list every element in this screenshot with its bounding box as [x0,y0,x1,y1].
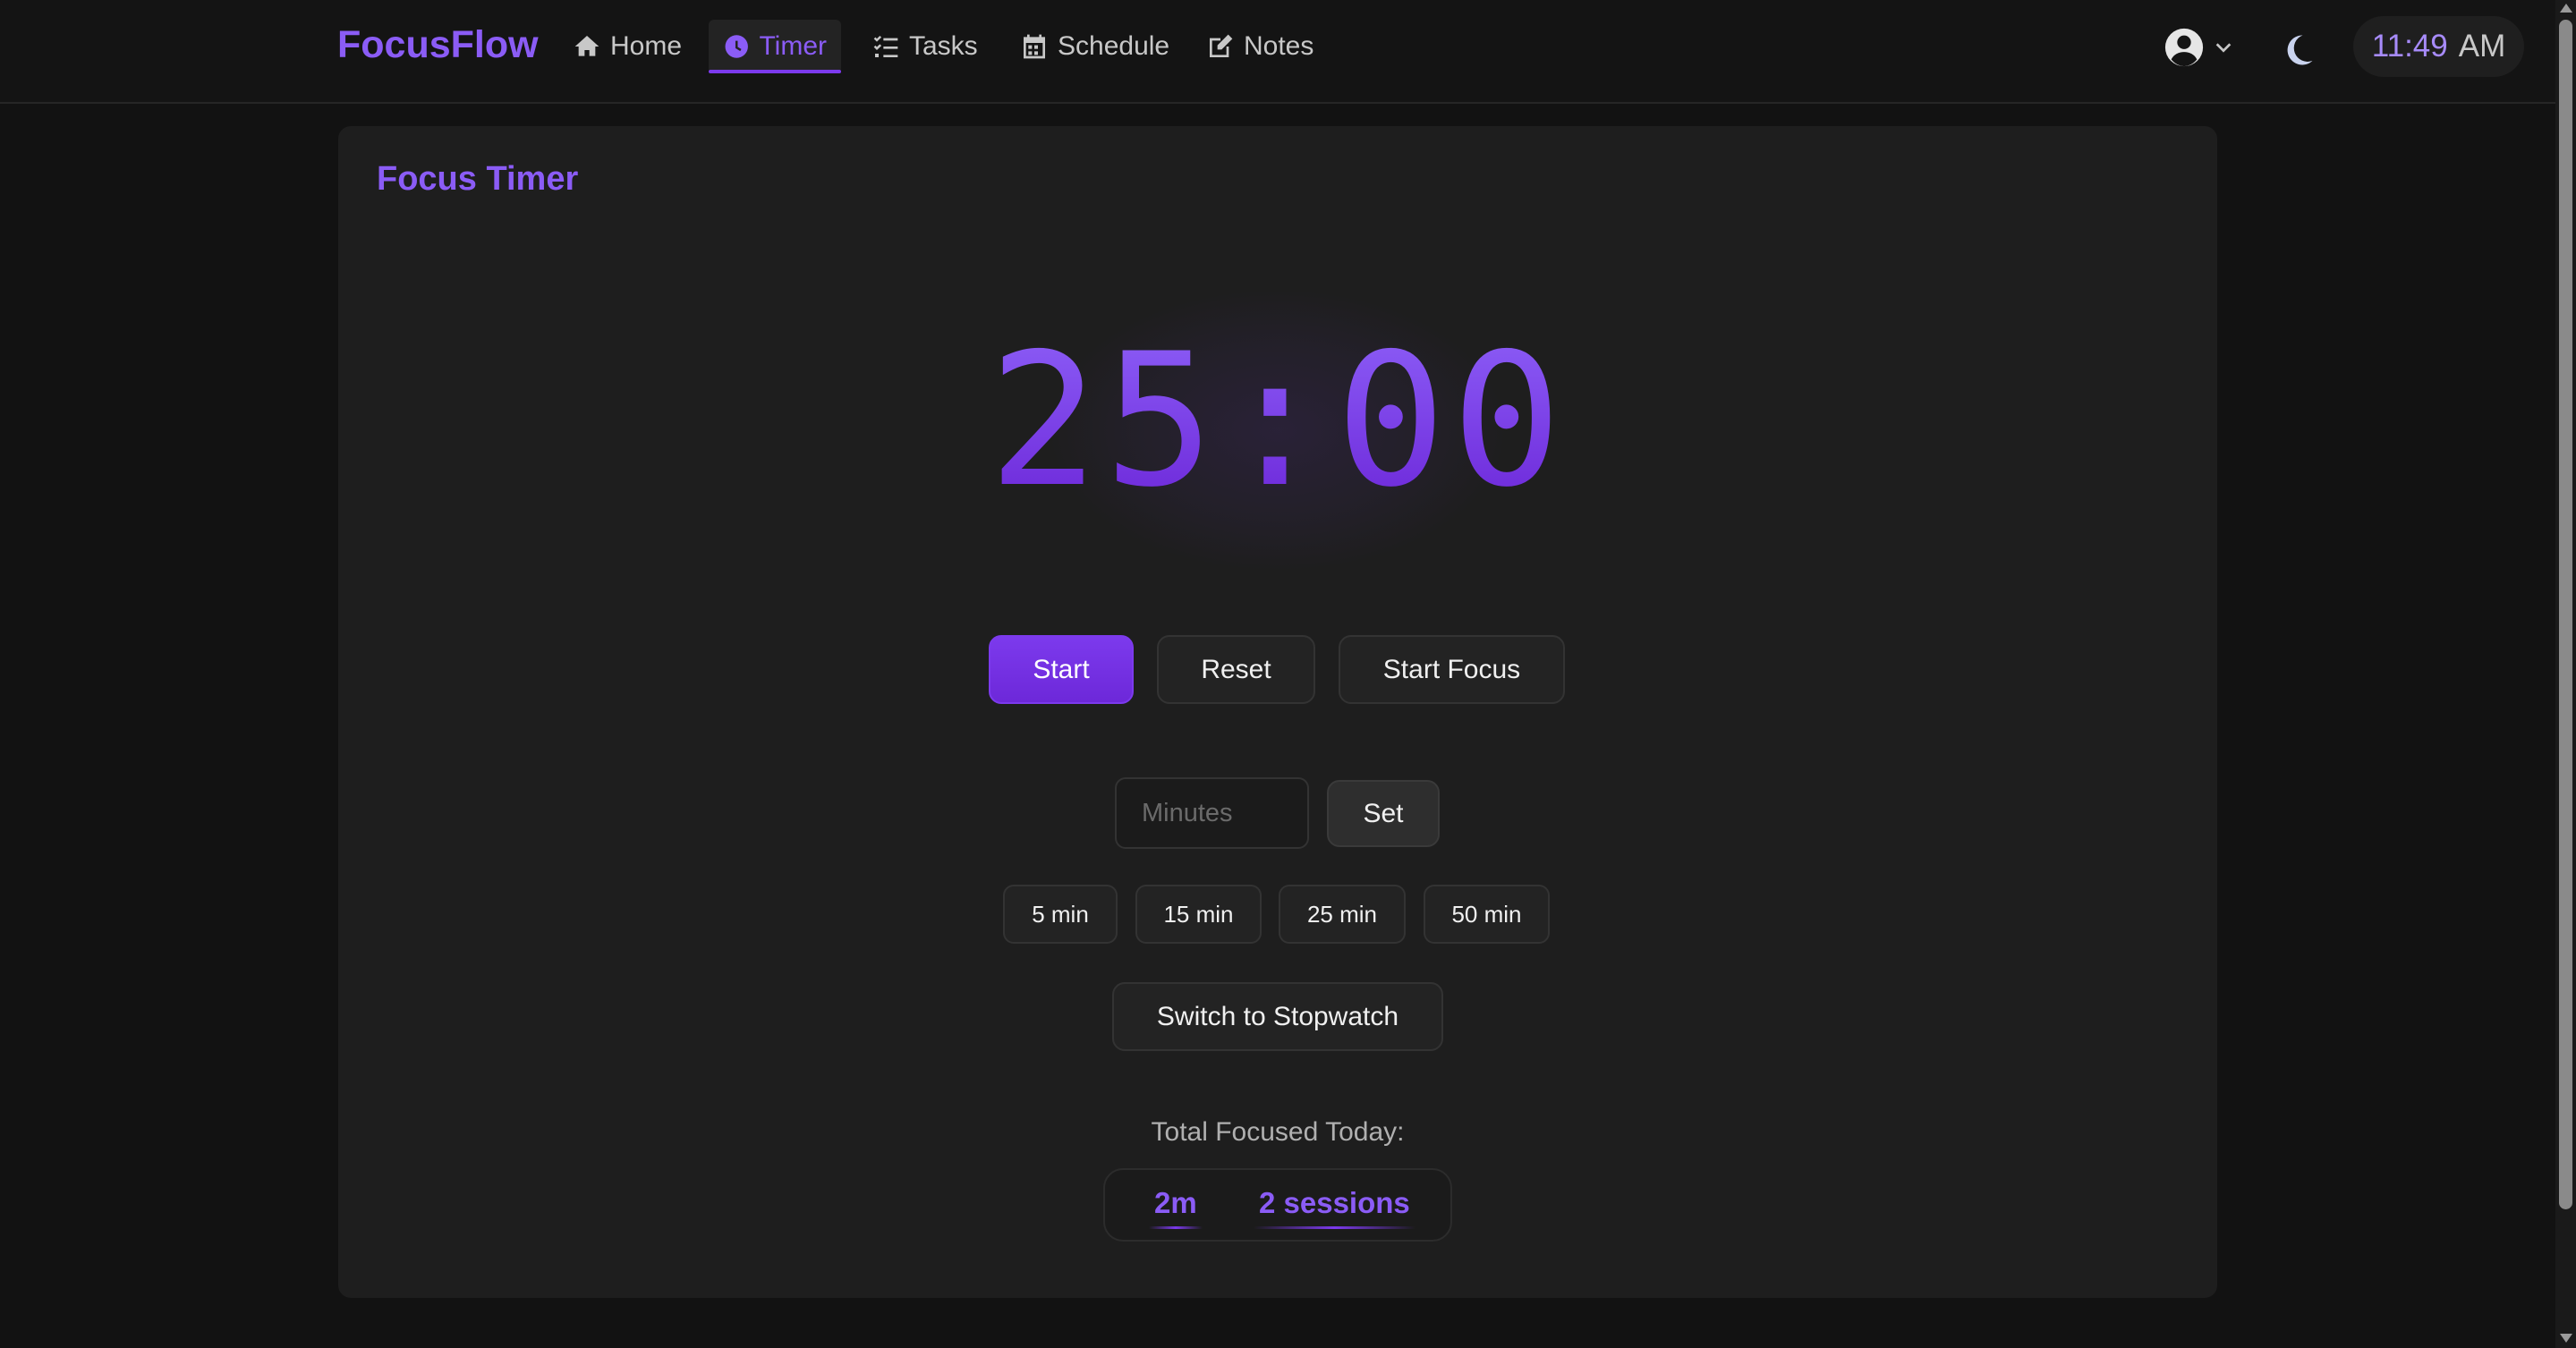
user-circle-icon [2164,28,2204,67]
scroll-thumb[interactable] [2559,20,2572,1209]
start-focus-button[interactable]: Start Focus [1339,635,1565,704]
nav-home-label: Home [610,31,683,61]
nav-timer-label: Timer [759,31,827,61]
clock-display: 11:49 AM [2353,16,2524,77]
moon-icon [2287,35,2313,65]
start-button[interactable]: Start [989,635,1134,704]
scroll-down-arrow[interactable] [2560,1334,2572,1343]
reset-button[interactable]: Reset [1157,635,1315,704]
edit-icon [1210,34,1233,57]
clock-ampm: AM [2458,29,2506,64]
nav-schedule[interactable]: Schedule [1006,20,1184,73]
preset-25-min[interactable]: 25 min [1279,885,1406,944]
nav-schedule-label: Schedule [1058,31,1170,61]
nav-tasks-label: Tasks [909,31,978,61]
nav-tasks[interactable]: Tasks [857,20,992,73]
minutes-input[interactable] [1115,777,1309,849]
nav-home[interactable]: Home [558,20,696,73]
card-title: Focus Timer [377,160,579,198]
top-navbar: FocusFlow Home Timer Tasks Schedule Note… [0,0,2555,104]
scroll-up-arrow[interactable] [2560,4,2572,13]
switch-stopwatch-button[interactable]: Switch to Stopwatch [1112,982,1443,1051]
focus-timer-card: Focus Timer 25:00 Start Reset Start Focu… [338,126,2217,1298]
total-time-value: 2m [1149,1186,1203,1229]
preset-50-min[interactable]: 50 min [1424,885,1550,944]
clock-icon [725,35,748,58]
preset-15-min[interactable]: 15 min [1135,885,1262,944]
theme-toggle-button[interactable] [2278,30,2317,70]
nav-notes-label: Notes [1244,31,1314,61]
chevron-down-icon [2215,43,2232,53]
calendar-icon [1024,34,1045,59]
user-menu[interactable] [2164,25,2233,70]
timer-display: 25:00 [965,315,1591,528]
nav-notes[interactable]: Notes [1192,20,1328,73]
home-icon [574,36,599,56]
totals-summary: 2m 2 sessions [1103,1168,1452,1242]
preset-5-min[interactable]: 5 min [1003,885,1118,944]
page-scrollbar[interactable] [2555,0,2576,1348]
total-sessions-value: 2 sessions [1254,1186,1416,1229]
clock-time: 11:49 [2371,29,2448,64]
brand-logo[interactable]: FocusFlow [337,23,539,67]
nav-timer[interactable]: Timer [709,20,841,73]
total-focused-label: Total Focused Today: [1151,1117,1405,1147]
set-button[interactable]: Set [1327,780,1440,847]
list-check-icon [873,36,898,57]
